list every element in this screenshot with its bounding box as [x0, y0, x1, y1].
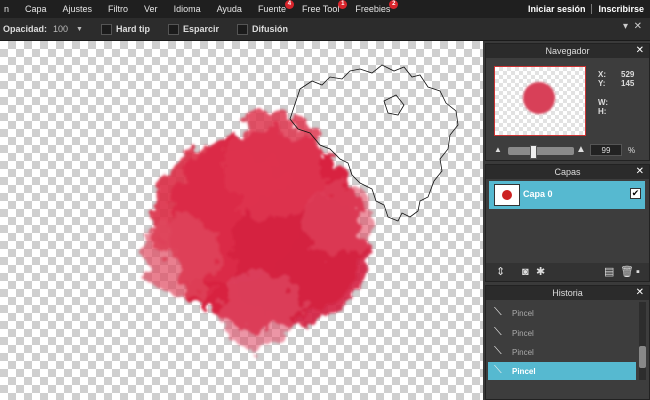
history-title-bar: Historia ✕: [486, 286, 649, 300]
menu-label: Idioma: [173, 4, 201, 14]
menu-label: Ver: [144, 4, 158, 14]
diffusion-label: Difusión: [252, 24, 289, 34]
divider: [591, 4, 593, 14]
history-scrollbar[interactable]: [639, 302, 646, 380]
zoom-unit: %: [628, 146, 636, 155]
lasso-selection-fragment: [383, 94, 405, 116]
zoom-slider[interactable]: [508, 145, 574, 159]
panel-title: Navegador: [545, 46, 590, 56]
history-item-label: Pincel: [512, 309, 534, 318]
menu-item-view[interactable]: Ver: [144, 4, 158, 14]
history-item-label: Pincel: [512, 329, 534, 338]
menu-item-adjustments[interactable]: Ajustes: [63, 4, 93, 14]
w-label: W:: [598, 98, 609, 107]
menu-item-freebies[interactable]: Freebies 2: [355, 0, 399, 14]
new-layer-icon[interactable]: ▤: [604, 266, 614, 278]
signup-link[interactable]: Inscribirse: [598, 4, 644, 14]
x-label: X:: [598, 70, 606, 79]
menu-item-filter[interactable]: Filtro: [108, 4, 128, 14]
opacity-label: Opacidad:: [3, 24, 48, 34]
menu-label: Ajustes: [62, 4, 93, 14]
history-item[interactable]: ⟍ Pincel: [488, 343, 636, 361]
diffusion-checkbox[interactable]: [237, 23, 249, 35]
close-icon[interactable]: ✕: [636, 165, 644, 179]
opacity-dropdown-icon[interactable]: ▼: [76, 26, 83, 33]
close-icon[interactable]: ✕: [636, 44, 644, 58]
menu-item-language[interactable]: Idioma: [174, 4, 201, 14]
brush-icon: ⟍: [494, 345, 502, 357]
menu-bar: n Capa Ajustes Filtro Ver Idioma Ayuda F…: [0, 0, 650, 18]
close-icon[interactable]: ✕: [636, 286, 644, 300]
menu-item-font[interactable]: Fuente 4: [257, 0, 294, 14]
brush-icon: ⟍: [494, 364, 502, 376]
trash-icon[interactable]: 🗑: [620, 266, 634, 278]
login-link[interactable]: Iniciar sesión: [528, 4, 586, 14]
zoom-in-icon[interactable]: ▲: [576, 144, 586, 155]
layers-toolbar: ⇕ ◙ ✱ ▤ 🗑 ▪: [486, 263, 649, 281]
hard-tip-checkbox[interactable]: [100, 23, 112, 35]
layer-mask-icon[interactable]: ◙: [522, 266, 529, 278]
layers-panel: Capas ✕ Capa 0 ✔ ⇕ ◙ ✱ ▤ 🗑 ▪: [485, 164, 650, 282]
navigator-title-bar: Navegador ✕: [486, 44, 649, 58]
tool-options-bar: Opacidad: 100 ▼ Hard tip Esparcir Difusi…: [0, 18, 650, 41]
notification-badge: 4: [284, 0, 294, 9]
history-item[interactable]: ⟍ Pincel: [488, 304, 636, 322]
menu-label: Capa: [25, 4, 47, 14]
layers-title-bar: Capas ✕: [486, 165, 649, 179]
history-item-selected[interactable]: ⟍ Pincel: [488, 362, 636, 380]
notification-badge: 2: [389, 0, 399, 9]
layer-thumbnail: [494, 184, 520, 206]
chevron-down-icon[interactable]: ▾: [623, 21, 628, 32]
thumbnail-paint: [502, 190, 512, 200]
layer-styles-icon[interactable]: ✱: [536, 266, 545, 278]
opacity-input[interactable]: 100: [53, 24, 68, 34]
brush-icon: ⟍: [494, 306, 502, 318]
menu-label: Filtro: [108, 4, 129, 14]
panel-title: Historia: [552, 288, 583, 298]
layer-visibility-checkbox[interactable]: ✔: [630, 188, 641, 199]
menu-label: Freebies: [355, 4, 391, 14]
panel-title: Capas: [554, 167, 581, 177]
layer-name: Capa 0: [523, 189, 553, 199]
navigator-panel: Navegador ✕ X: 529 Y: 145 W: H: ▲ ▲ 99 %: [485, 43, 650, 161]
dock-icon[interactable]: ▪: [636, 266, 640, 278]
notification-badge: 1: [338, 0, 348, 9]
history-panel: Historia ✕ ⟍ Pincel ⟍ Pincel ⟍ Pincel ⟍ …: [485, 285, 650, 400]
canvas-artwork: [140, 64, 459, 351]
layer-row[interactable]: Capa 0 ✔: [489, 181, 645, 209]
x-value: 529: [621, 70, 635, 79]
zoom-slider-handle[interactable]: [530, 145, 537, 159]
menu-item-free-tool[interactable]: Free Tool 1: [301, 0, 348, 14]
y-label: Y:: [598, 79, 606, 88]
history-item-label: Pincel: [512, 348, 534, 357]
y-value: 145: [621, 79, 635, 88]
hard-tip-label: Hard tip: [115, 24, 150, 34]
navigator-preview[interactable]: [494, 66, 586, 136]
history-item-label: Pincel: [512, 367, 536, 376]
brush-icon: ⟍: [494, 326, 502, 338]
menu-label: Free Tool: [301, 4, 340, 14]
account-links: Iniciar sesión Inscribirse: [528, 0, 644, 18]
scrollbar-thumb[interactable]: [639, 346, 646, 368]
zoom-controls: ▲ ▲ 99 %: [492, 144, 644, 159]
zoom-input[interactable]: 99: [590, 144, 622, 156]
menu-item-help[interactable]: Ayuda: [217, 4, 242, 14]
close-icon[interactable]: ✕: [634, 21, 642, 32]
h-label: H:: [598, 107, 607, 116]
history-item[interactable]: ⟍ Pincel: [488, 324, 636, 342]
preview-paint: [523, 82, 555, 114]
zoom-out-icon[interactable]: ▲: [494, 145, 502, 154]
menu-label: n: [4, 4, 10, 14]
layer-properties-icon[interactable]: ⇕: [496, 266, 505, 278]
scatter-label: Esparcir: [183, 24, 220, 34]
menu-item-edit[interactable]: n: [4, 4, 9, 14]
image-canvas[interactable]: [0, 41, 483, 400]
paint-splash: [140, 114, 376, 351]
menu-label: Fuente: [257, 4, 286, 14]
scatter-checkbox[interactable]: [168, 23, 179, 35]
toolbar-window-controls: ▾ ✕: [623, 21, 642, 32]
menu-label: Ayuda: [216, 4, 242, 14]
menu-item-layer[interactable]: Capa: [25, 4, 47, 14]
